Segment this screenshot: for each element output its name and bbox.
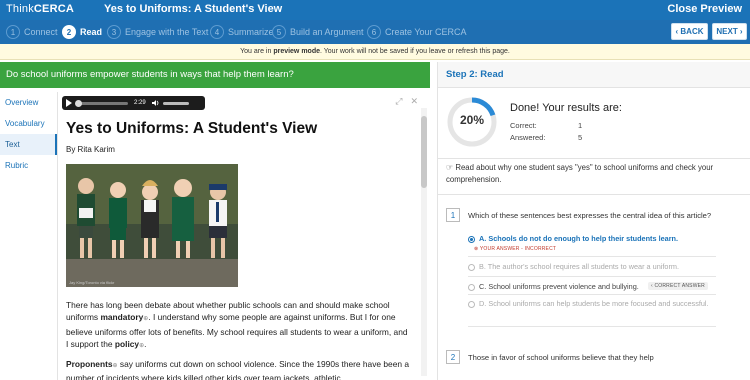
step-number: 6	[367, 25, 381, 39]
photo-caption: Jay King/Toronto via flickr	[69, 280, 115, 285]
volume-slider[interactable]	[162, 101, 189, 105]
answer-option-a[interactable]: A. Schools do not do enough to help thei…	[468, 234, 716, 243]
audio-time: 2:29	[134, 100, 146, 106]
option-divider	[468, 256, 716, 257]
preview-notice: You are in preview mode. Your work will …	[0, 44, 750, 60]
step-navigation: 1 Connect 2 Read 3 Engage with the Text 4 Su…	[0, 20, 750, 44]
results-heading: Done! Your results are:	[510, 102, 622, 114]
step-title: Step 2: Read	[438, 62, 750, 88]
option-divider	[468, 276, 716, 277]
divider	[438, 194, 750, 195]
radio-button[interactable]	[468, 235, 475, 243]
answer-option-d[interactable]: D. School uniforms can help students be …	[468, 298, 716, 309]
article-paragraph-2: Proponents⊕ say uniforms cut down on sch…	[66, 359, 410, 380]
article-paragraph-1: There has long been debate about whether…	[66, 300, 408, 349]
sidebar-item-vocabulary[interactable]: Vocabulary	[0, 113, 57, 134]
answer-option-b[interactable]: B. The author's school requires all stud…	[468, 262, 716, 271]
step-number: 1	[6, 25, 20, 39]
close-icon[interactable]: ✕	[410, 96, 418, 107]
top-header: ThinkCERCA Yes to Uniforms: A Student's …	[0, 0, 750, 20]
article-panel: 2:29 ⤢ ✕ Yes to Uniforms: A Student's Vi…	[59, 92, 430, 380]
step-summarize[interactable]: 4 Summarize	[210, 24, 274, 40]
step-connect[interactable]: 1 Connect	[6, 24, 58, 40]
step-number: 5	[272, 25, 286, 39]
next-button[interactable]: NEXT ›	[712, 23, 747, 40]
brand-logo: ThinkCERCA	[6, 3, 75, 15]
article-photo: Jay King/Toronto via flickr	[66, 164, 238, 287]
results-summary: 20% Done! Your results are: Correct: 1 An…	[446, 96, 736, 156]
step-number: 2	[62, 25, 76, 39]
left-sidebar: Overview Vocabulary Text Rubric	[0, 92, 58, 380]
percent-score: 20%	[459, 113, 485, 127]
volume-icon[interactable]	[151, 99, 160, 107]
question-text: Which of these sentences best expresses …	[468, 211, 712, 220]
correct-stat: Correct: 1	[510, 121, 583, 130]
audio-player[interactable]: 2:29	[62, 96, 205, 110]
step-build-argument[interactable]: 5 Build an Argument	[272, 24, 364, 40]
instructions: ☞ Read about why one student says "yes" …	[446, 163, 714, 184]
students-photo-illustration	[66, 164, 238, 287]
glossary-term-mandatory[interactable]: mandatory	[100, 312, 143, 322]
step-engage[interactable]: 3 Engage with the Text	[107, 24, 208, 40]
option-divider	[468, 326, 716, 327]
answered-stat: Answered: 5	[510, 133, 583, 142]
option-divider	[468, 294, 716, 295]
article-title: Yes to Uniforms: A Student's View	[66, 120, 318, 137]
article-body: Yes to Uniforms: A Student's View By Rit…	[66, 120, 411, 380]
back-button[interactable]: ‹ BACK	[671, 23, 708, 40]
question-number: 2	[446, 350, 460, 364]
divider	[438, 158, 750, 159]
document-title: Yes to Uniforms: A Student's View	[104, 3, 283, 15]
correct-answer-tag: ‹ CORRECT ANSWER	[648, 282, 708, 290]
close-preview-button[interactable]: Close Preview	[667, 3, 742, 15]
sidebar-item-rubric[interactable]: Rubric	[0, 155, 57, 176]
scrollbar-thumb[interactable]	[421, 116, 427, 188]
incorrect-tag: ⊗ YOUR ANSWER - INCORRECT	[474, 246, 557, 252]
question-number: 1	[446, 208, 460, 222]
glossary-term-proponents[interactable]: Proponents	[66, 359, 113, 369]
driving-question: Do school uniforms empower students in w…	[0, 62, 430, 88]
radio-button[interactable]	[468, 263, 475, 271]
audio-progress-track[interactable]	[75, 99, 128, 107]
sidebar-item-overview[interactable]: Overview	[0, 92, 57, 113]
question-text: Those in favor of school uniforms believ…	[468, 353, 654, 362]
expand-icon[interactable]: ⤢	[395, 96, 402, 107]
step-create-cerca[interactable]: 6 Create Your CERCA	[367, 24, 467, 40]
play-icon[interactable]	[66, 99, 72, 107]
radio-button[interactable]	[468, 283, 475, 291]
pointing-hand-icon: ☞	[446, 163, 454, 172]
panel-controls: ⤢ ✕	[395, 96, 418, 107]
audio-scrubber[interactable]	[75, 99, 82, 107]
right-panel: Step 2: Read 20% Done! Your results are:…	[437, 62, 750, 380]
step-read[interactable]: 2 Read	[62, 24, 102, 40]
step-number: 3	[107, 25, 121, 39]
step-number: 4	[210, 25, 224, 39]
article-byline: By Rita Karim	[66, 145, 115, 154]
radio-button[interactable]	[468, 300, 475, 308]
sidebar-item-text[interactable]: Text	[0, 134, 57, 155]
article-scrollbar[interactable]	[421, 108, 427, 376]
glossary-term-policy[interactable]: policy	[115, 339, 139, 349]
